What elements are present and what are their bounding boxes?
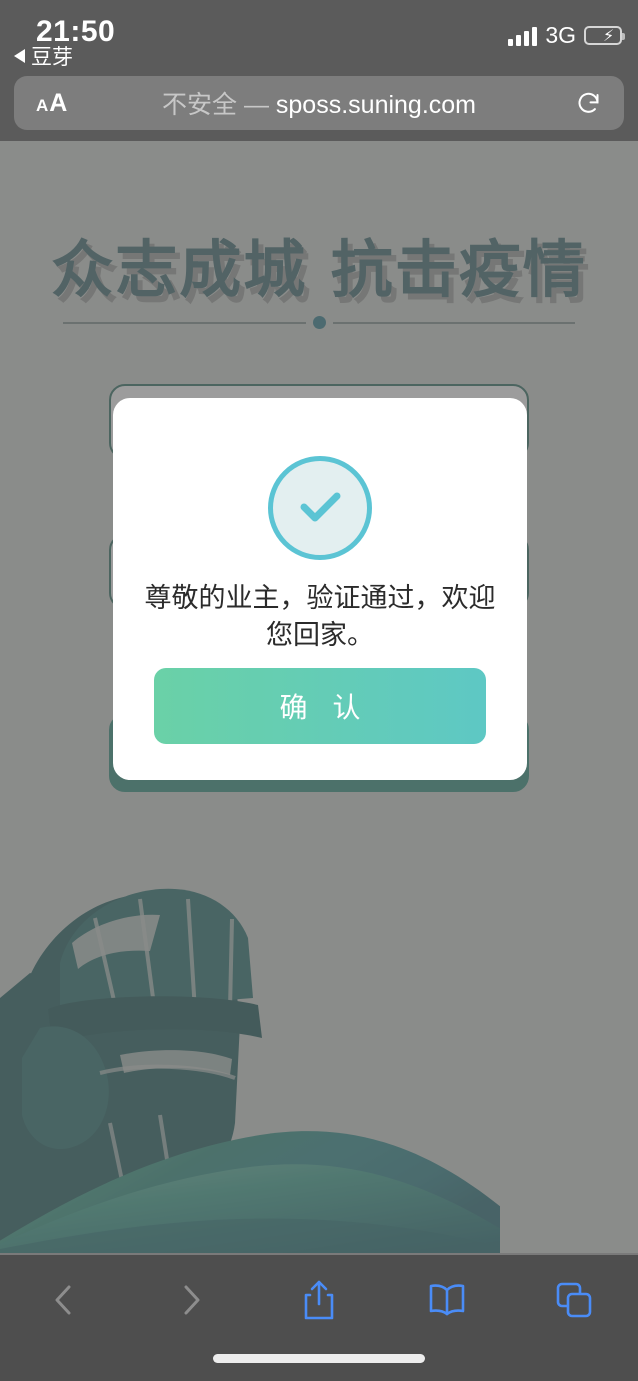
dialog-message: 尊敬的业主，验证通过，欢迎您回家。 xyxy=(144,583,496,652)
back-button[interactable] xyxy=(0,1255,128,1345)
check-circle-icon xyxy=(268,456,372,560)
back-to-app-label: 豆芽 xyxy=(31,46,73,69)
verification-success-dialog: 尊敬的业主，验证通过，欢迎您回家。 确 认 xyxy=(113,398,527,780)
insecure-warning-label: 不安全 xyxy=(161,91,237,119)
safari-bottom-toolbar xyxy=(0,1253,638,1381)
tabs-icon xyxy=(555,1281,593,1319)
share-button[interactable] xyxy=(255,1255,383,1345)
book-icon xyxy=(427,1283,467,1317)
chevron-right-icon xyxy=(176,1281,206,1319)
safari-top-chrome: 21:50 豆芽 3G ⚡ A A 不安全 — sposs.suning.com xyxy=(0,0,638,141)
text-size-large-a: A xyxy=(49,88,68,117)
forward-button[interactable] xyxy=(128,1255,256,1345)
text-size-button[interactable]: A A xyxy=(36,89,67,118)
address-bar[interactable]: A A 不安全 — sposs.suning.com xyxy=(14,76,624,130)
signal-bars-icon xyxy=(508,26,538,46)
iphone-safari-screen: 21:50 豆芽 3G ⚡ A A 不安全 — sposs.suning.com xyxy=(0,0,638,1381)
battery-charging-icon: ⚡ xyxy=(584,26,625,45)
reload-icon[interactable] xyxy=(575,90,602,117)
network-type-label: 3G xyxy=(545,22,576,48)
share-icon xyxy=(301,1278,337,1322)
status-bar: 21:50 豆芽 3G ⚡ xyxy=(0,0,638,70)
url-domain-label: sposs.suning.com xyxy=(275,91,477,119)
bookmarks-button[interactable] xyxy=(383,1255,511,1345)
chevron-left-icon xyxy=(49,1281,79,1319)
url-separator: — xyxy=(237,91,276,119)
status-bar-indicators: 3G ⚡ xyxy=(508,22,625,49)
confirm-button[interactable]: 确 认 xyxy=(154,668,486,744)
back-triangle-icon xyxy=(14,49,25,63)
text-size-small-a: A xyxy=(36,95,49,115)
address-bar-url[interactable]: 不安全 — sposs.suning.com xyxy=(14,85,624,121)
back-to-app-link[interactable]: 豆芽 xyxy=(14,41,73,71)
tabs-button[interactable] xyxy=(510,1255,638,1345)
home-indicator[interactable] xyxy=(213,1354,425,1363)
